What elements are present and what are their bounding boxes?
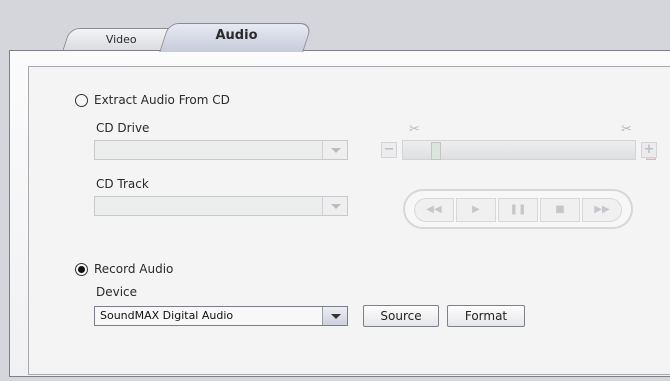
zoom-in-button[interactable]: + <box>641 142 657 158</box>
device-label: Device <box>96 285 138 299</box>
device-value: SoundMAX Digital Audio <box>100 309 234 322</box>
rewind-icon: ◀◀ <box>426 204 442 215</box>
rewind-button[interactable]: ◀◀ <box>414 198 454 222</box>
zoom-out-button[interactable]: − <box>381 142 397 158</box>
record-audio-radio[interactable] <box>75 263 88 276</box>
trim-slider[interactable]: − + <box>381 140 657 160</box>
fast-forward-button[interactable]: ▶▶ <box>582 198 622 222</box>
cd-track-label: CD Track <box>96 177 149 191</box>
cd-drive-label: CD Drive <box>96 121 150 135</box>
cd-track-select[interactable] <box>94 196 348 216</box>
stop-button[interactable]: ■ <box>540 198 580 222</box>
fast-forward-icon: ▶▶ <box>594 204 610 215</box>
pause-button[interactable]: ❚❚ <box>498 198 538 222</box>
chevron-down-icon <box>322 307 347 325</box>
tab-audio-label: Audio <box>215 28 258 43</box>
extract-audio-label: Extract Audio From CD <box>94 93 230 107</box>
play-icon: ▶ <box>472 204 480 215</box>
extract-audio-radio[interactable] <box>75 94 88 107</box>
chevron-down-icon <box>322 141 347 159</box>
trim-start-handle[interactable] <box>431 142 441 160</box>
record-audio-label: Record Audio <box>94 262 174 276</box>
trim-track[interactable] <box>402 140 656 160</box>
play-button[interactable]: ▶ <box>456 198 496 222</box>
device-select[interactable]: SoundMAX Digital Audio <box>94 306 348 326</box>
source-button[interactable]: Source <box>363 305 439 327</box>
pause-icon: ❚❚ <box>509 204 527 215</box>
format-button[interactable]: Format <box>447 305 525 327</box>
transport-controls: ◀◀ ▶ ❚❚ ■ ▶▶ <box>403 189 633 229</box>
scissor-right-icon: ✂ <box>621 122 632 137</box>
cd-drive-select[interactable] <box>94 140 348 160</box>
tab-audio[interactable]: Audio <box>159 23 313 52</box>
chevron-down-icon <box>322 197 347 215</box>
scissor-left-icon: ✂ <box>409 122 420 137</box>
tab-video-label: Video <box>105 33 137 46</box>
stop-icon: ■ <box>555 204 565 215</box>
